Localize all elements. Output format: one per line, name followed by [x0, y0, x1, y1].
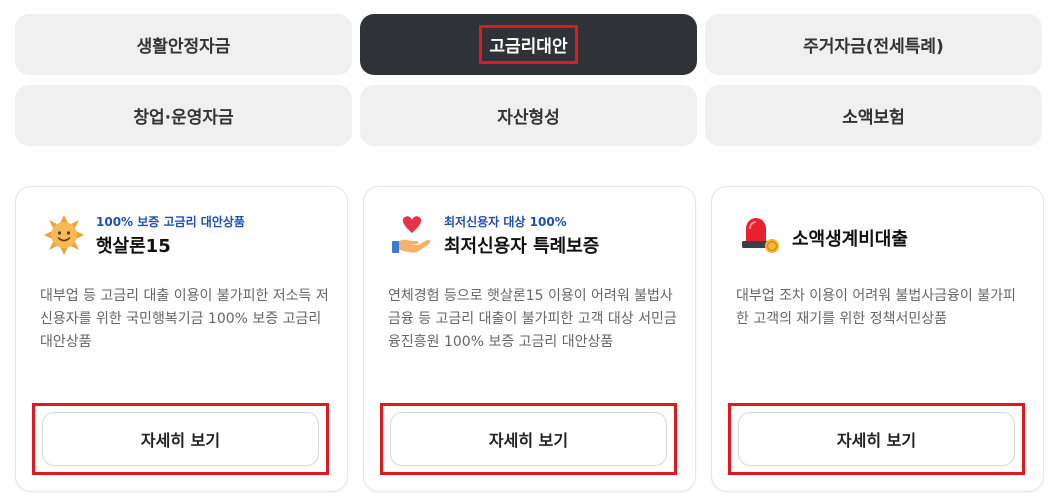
card-title: 최저신용자 특례보증: [444, 236, 600, 257]
product-card-micro-living-loan: 소액생계비대출 대부업 조차 이용이 어려워 불법사금융이 불가피한 고객의 재…: [711, 186, 1044, 492]
tab-living-stability[interactable]: 생활안정자금: [15, 14, 352, 75]
view-details-button[interactable]: 자세히 보기: [390, 412, 667, 466]
highlight-box: 자세히 보기: [380, 403, 677, 475]
card-tagline: 100% 보증 고금리 대안상품: [96, 215, 245, 229]
tab-housing-fund[interactable]: 주거자금(전세특례): [705, 14, 1042, 75]
tab-label: 창업·운영자금: [133, 108, 234, 128]
tab-label: 생활안정자금: [136, 37, 231, 57]
tab-startup-fund[interactable]: 창업·운영자금: [15, 85, 352, 146]
tab-asset-building[interactable]: 자산형성: [360, 85, 697, 146]
sun-face-icon: [44, 215, 84, 255]
card-title: 햇살론15: [96, 236, 171, 257]
view-details-button[interactable]: 자세히 보기: [738, 412, 1015, 466]
heart-hand-icon: [392, 216, 431, 253]
tab-label: 소액보험: [842, 108, 905, 128]
tab-high-interest-alternative[interactable]: 고금리대안: [360, 14, 697, 75]
highlight-box: 자세히 보기: [32, 403, 329, 475]
product-card-sunshine-loan: 100% 보증 고금리 대안상품 햇살론15 대부업 등 고금리 대출 이용이 …: [15, 186, 348, 492]
view-details-button[interactable]: 자세히 보기: [42, 412, 319, 466]
tab-label: 고금리대안: [479, 25, 578, 64]
card-tagline: 최저신용자 대상 100%: [444, 215, 567, 229]
card-description: 연체경험 등으로 햇살론15 이용이 어려워 불법사금융 등 고금리 대출이 불…: [388, 288, 677, 350]
tab-label: 자산형성: [497, 108, 560, 128]
card-title: 소액생계비대출: [792, 229, 908, 250]
card-description: 대부업 조차 이용이 어려워 불법사금융이 불가피한 고객의 재기를 위한 정책…: [736, 288, 1016, 327]
highlight-box: 자세히 보기: [728, 403, 1025, 475]
siren-coin-icon: [742, 218, 779, 253]
tab-label: 주거자금(전세특례): [803, 37, 944, 57]
tab-micro-insurance[interactable]: 소액보험: [705, 85, 1042, 146]
product-card-lowest-credit-guarantee: 최저신용자 대상 100% 최저신용자 특례보증 연체경험 등으로 햇살론15 …: [363, 186, 696, 492]
card-description: 대부업 등 고금리 대출 이용이 불가피한 저소득 저신용자를 위한 국민행복기…: [40, 288, 329, 350]
